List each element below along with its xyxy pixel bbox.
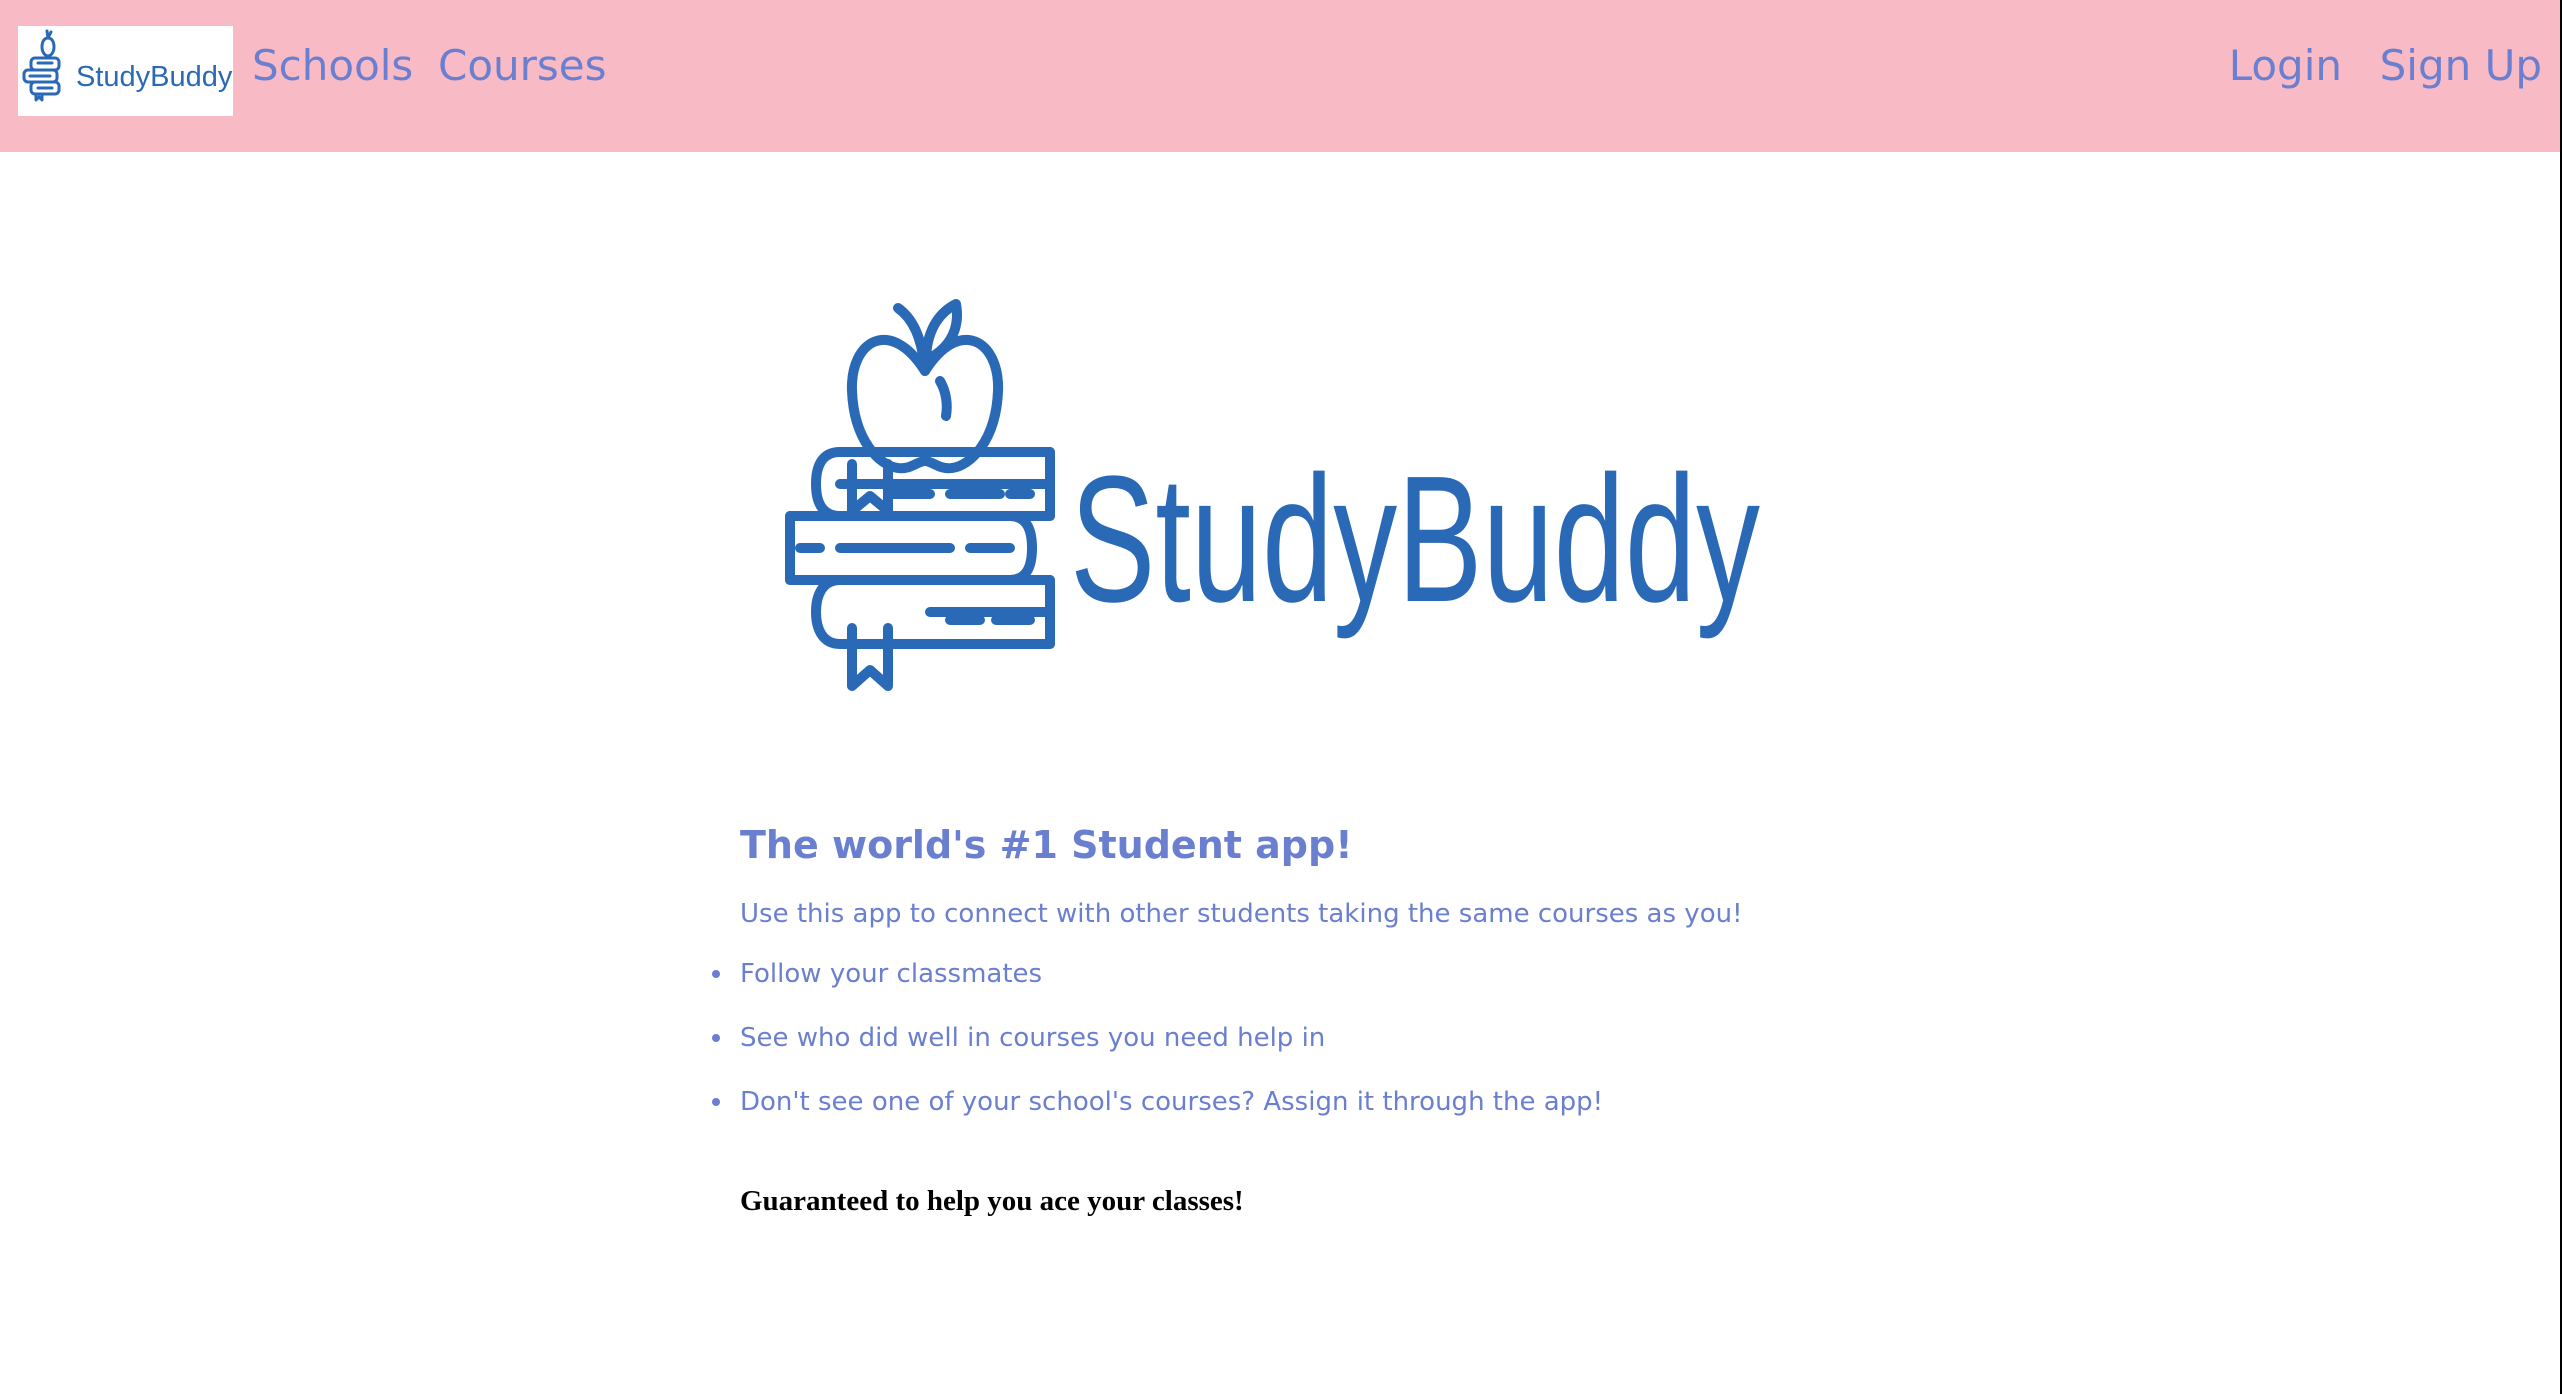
bullet-icon — [712, 1098, 720, 1106]
feature-text: Follow your classmates — [740, 959, 1043, 989]
feature-text: See who did well in courses you need hel… — [740, 1023, 1326, 1053]
feature-item: Don't see one of your school's courses? … — [712, 1070, 1940, 1134]
feature-text: Don't see one of your school's courses? … — [740, 1087, 1604, 1117]
headline: The world's #1 Student app! — [740, 823, 1353, 867]
signup-link[interactable]: Sign Up — [2380, 34, 2542, 98]
top-navbar: StudyBuddy Schools Courses Login Sign Up — [0, 0, 2560, 152]
feature-list: Follow your classmates See who did well … — [712, 942, 1940, 1134]
login-link[interactable]: Login — [2229, 34, 2342, 98]
nav-link-courses[interactable]: Courses — [438, 34, 607, 98]
feature-item: See who did well in courses you need hel… — [712, 1006, 1940, 1070]
apple-on-books-icon: StudyBuddy — [785, 299, 1760, 691]
feature-item: Follow your classmates — [712, 942, 1940, 1006]
hero-logo: StudyBuddy — [760, 256, 1770, 736]
nav-logo[interactable]: StudyBuddy — [18, 26, 233, 116]
main-content: The world's #1 Student app! Use this app… — [712, 812, 1940, 1226]
nav-link-schools[interactable]: Schools — [252, 34, 413, 98]
intro-text: Use this app to connect with other stude… — [740, 899, 1743, 929]
guarantee-text: Guaranteed to help you ace your classes! — [740, 1185, 1244, 1217]
svg-text:StudyBuddy: StudyBuddy — [1070, 439, 1760, 640]
svg-text:StudyBuddy: StudyBuddy — [76, 61, 233, 93]
studybuddy-logo-icon: StudyBuddy — [22, 29, 233, 102]
bullet-icon — [712, 1034, 720, 1042]
page: StudyBuddy Schools Courses Login Sign Up — [0, 0, 2560, 1394]
bullet-icon — [712, 970, 720, 978]
